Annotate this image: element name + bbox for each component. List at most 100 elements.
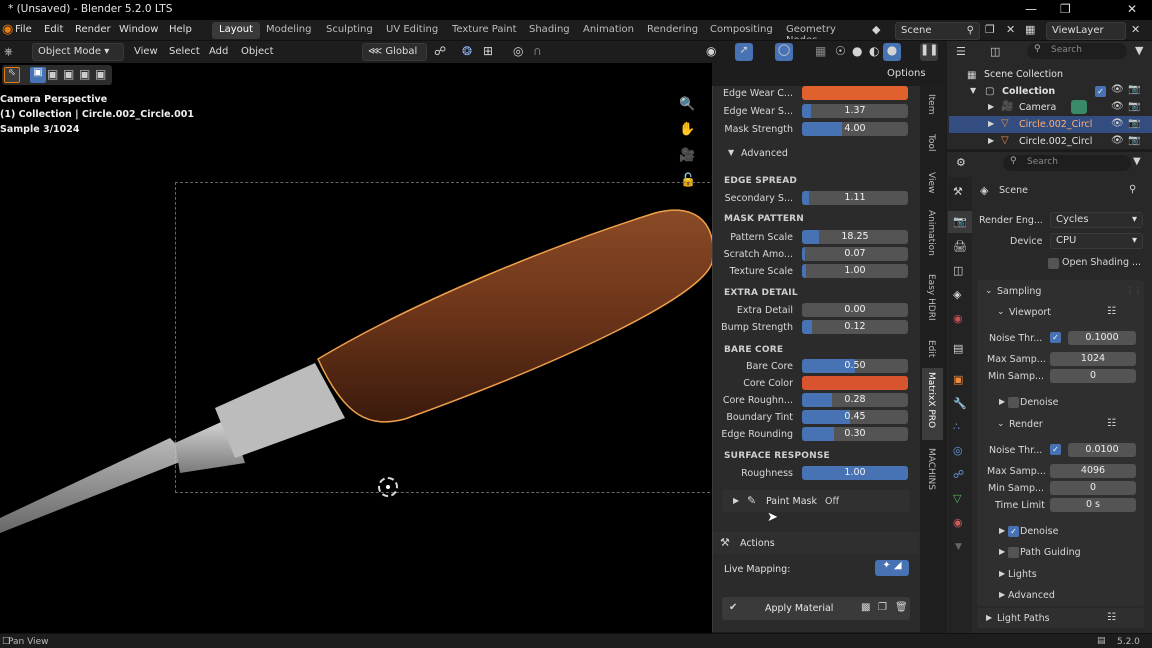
viewlayer-field[interactable]: ViewLayer <box>1046 22 1126 40</box>
eye-icon[interactable]: 👁 <box>1111 118 1124 129</box>
render-camera-icon[interactable]: 📷 <box>1128 101 1140 112</box>
r-noise-threshold-field[interactable]: 0.0100 <box>1068 443 1136 457</box>
advanced-subpanel-toggle[interactable]: Advanced <box>741 148 788 159</box>
close-icon[interactable]: ✕ <box>1127 2 1137 16</box>
world-tab-icon[interactable]: ◉ <box>953 312 963 325</box>
outliner-item-circle-1[interactable]: Circle.002_Circl <box>1019 119 1092 130</box>
remove-scene-icon[interactable]: ✕ <box>1006 23 1015 36</box>
menu-object[interactable]: Object <box>241 46 274 57</box>
core-roughness-field[interactable]: 0.28 <box>802 393 908 407</box>
modifier-tab-icon[interactable]: 🔧 <box>953 397 967 410</box>
orientation-dropdown[interactable]: ⋘ Global <box>362 43 427 61</box>
outliner-item-camera[interactable]: Camera <box>1019 102 1056 113</box>
render-subheading[interactable]: Render <box>1009 419 1043 430</box>
pattern-scale-field[interactable]: 18.25 <box>802 230 908 244</box>
menu-file[interactable]: File <box>15 24 32 35</box>
outliner-item-circle-2[interactable]: Circle.002_Circl <box>1019 136 1092 147</box>
scene-collection-item[interactable]: Scene Collection <box>984 69 1063 80</box>
tab-edit[interactable]: Edit <box>926 340 936 357</box>
tab-uv-editing[interactable]: UV Editing <box>379 22 445 39</box>
menu-window[interactable]: Window <box>119 24 158 35</box>
view-layer-tab-icon[interactable]: ◫ <box>953 264 963 277</box>
output-tab-icon[interactable]: 🖨 <box>953 240 967 253</box>
snap-target-icon[interactable]: ⊞ <box>483 44 493 58</box>
collection-checkbox[interactable]: ✓ <box>1095 86 1106 97</box>
texture-scale-field[interactable]: 1.00 <box>802 264 908 278</box>
object-tab-icon[interactable]: ▣ <box>953 373 963 386</box>
presets-icon[interactable]: ☷ <box>1107 418 1116 429</box>
particles-tab-icon[interactable]: ∴ <box>953 420 960 433</box>
menu-add[interactable]: Add <box>209 46 228 57</box>
live-mapping-toggle-icon[interactable]: ✦ ◢ <box>875 560 909 576</box>
advanced-subheading[interactable]: Advanced <box>1008 590 1055 601</box>
extra-detail-field[interactable]: 0.00 <box>802 303 908 317</box>
trash-icon[interactable]: 🗑 <box>895 602 908 613</box>
xray-icon[interactable]: ▦ <box>815 44 826 58</box>
editor-type-icon[interactable]: ⎈ <box>4 45 13 59</box>
tab-rendering[interactable]: Rendering <box>640 22 705 39</box>
tab-matrixx-pro[interactable]: MatrixX PRO <box>926 372 936 428</box>
vp-max-samples-field[interactable]: 1024 <box>1050 352 1136 366</box>
scratch-amount-field[interactable]: 0.07 <box>802 247 908 261</box>
vp-noise-threshold-checkbox[interactable]: ✓ <box>1050 332 1061 343</box>
gizmo-toggle-icon[interactable]: ➚ <box>735 43 753 61</box>
proportional-edit-icon[interactable]: ◎ <box>513 44 523 58</box>
tab-shading[interactable]: Shading <box>522 22 577 39</box>
filter-icon[interactable]: ▼ <box>1135 44 1143 57</box>
core-color-swatch[interactable] <box>802 376 908 390</box>
shading-rendered-icon[interactable]: ● <box>883 43 901 61</box>
3d-viewport[interactable]: ⬁ ▣ ▣ ▣ ▣ ▣ Camera Perspective (1) Colle… <box>0 63 712 633</box>
drag-handle-icon[interactable]: ⋮⋮ <box>1126 286 1142 295</box>
tab-tool[interactable]: Tool <box>926 134 936 151</box>
tab-machins[interactable]: MACHINS <box>926 448 936 490</box>
open-shading-checkbox[interactable] <box>1048 258 1059 269</box>
overlay-toggle-icon[interactable]: ◯ <box>775 43 793 61</box>
pause-render-icon[interactable]: ❚❚ <box>920 43 938 61</box>
chevron-right-icon[interactable]: ▶ <box>988 136 994 145</box>
menu-select[interactable]: Select <box>169 46 200 57</box>
path-guiding-checkbox[interactable] <box>1008 547 1019 558</box>
camera-data-icon[interactable] <box>1071 100 1087 114</box>
chevron-right-icon[interactable]: ▶ <box>999 397 1005 406</box>
tab-modeling[interactable]: Modeling <box>259 22 319 39</box>
tab-view[interactable]: View <box>926 172 936 193</box>
chevron-right-icon[interactable]: ▶ <box>986 613 992 622</box>
eye-icon[interactable]: 👁 <box>1111 135 1124 146</box>
maximize-icon[interactable]: ❐ <box>1060 2 1071 16</box>
eye-icon[interactable]: 👁 <box>1111 101 1124 112</box>
tab-item[interactable]: Item <box>926 94 936 115</box>
constraints-tab-icon[interactable]: ☍ <box>953 468 964 481</box>
visibility-icon[interactable]: ◉ <box>706 44 716 58</box>
eye-icon[interactable]: 👁 <box>1111 84 1124 95</box>
remove-viewlayer-icon[interactable]: ✕ <box>1131 23 1140 36</box>
device-dropdown[interactable]: CPU ▾ <box>1050 233 1143 249</box>
shading-wireframe-icon[interactable]: ☉ <box>835 44 846 58</box>
shading-solid-icon[interactable]: ● <box>852 44 862 58</box>
chevron-down-icon[interactable]: ▼ <box>970 86 976 95</box>
chevron-right-icon[interactable]: ▶ <box>999 547 1005 556</box>
chevron-right-icon[interactable]: ▶ <box>999 526 1005 535</box>
viewport-subheading[interactable]: Viewport <box>1009 307 1051 318</box>
mode-dropdown[interactable]: Object Mode ▾ <box>32 43 124 61</box>
shading-material-icon[interactable]: ◐ <box>869 44 879 58</box>
tab-compositing[interactable]: Compositing <box>703 22 780 39</box>
falloff-icon[interactable]: ∩ <box>533 44 542 58</box>
vp-denoise-checkbox[interactable] <box>1008 397 1019 408</box>
vp-noise-threshold-field[interactable]: 0.1000 <box>1068 331 1136 345</box>
vp-min-samples-field[interactable]: 0 <box>1050 369 1136 383</box>
render-camera-icon[interactable]: 📷 <box>1128 135 1140 146</box>
chevron-down-icon[interactable]: ▼ <box>1133 156 1141 167</box>
sampling-heading[interactable]: Sampling <box>997 286 1041 297</box>
tool-tab-icon[interactable]: ⚒ <box>953 185 963 198</box>
properties-editor-icon[interactable]: ⚙ <box>956 156 966 169</box>
render-tab-icon[interactable]: 📷 <box>953 215 967 228</box>
presets-icon[interactable]: ☷ <box>1107 306 1116 317</box>
chevron-right-icon[interactable]: ▶ <box>733 496 739 505</box>
data-tab-icon[interactable]: ▽ <box>953 492 961 505</box>
material-tab-icon[interactable]: ◉ <box>953 516 963 529</box>
chevron-right-icon[interactable]: ▶ <box>988 102 994 111</box>
r-denoise-checkbox[interactable]: ✓ <box>1008 526 1019 537</box>
tab-animation[interactable]: Animation <box>576 22 641 39</box>
collection-tab-icon[interactable]: ▤ <box>953 342 963 355</box>
outliner-search-input[interactable]: Search <box>1027 43 1127 59</box>
